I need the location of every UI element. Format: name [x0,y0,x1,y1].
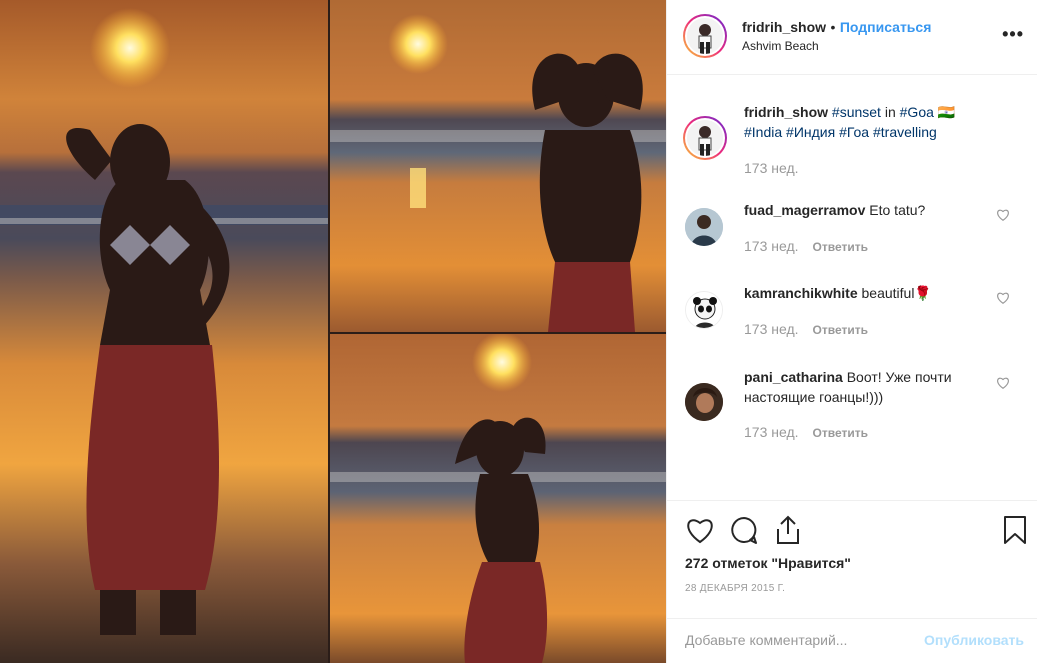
reply-button[interactable]: Ответить [813,323,868,337]
person-icon [685,208,723,246]
caption-time[interactable]: 173 нед. [744,160,799,176]
post-photo[interactable] [0,0,666,663]
comment-input[interactable] [685,629,905,651]
hashtag-link[interactable]: #Индия [786,124,835,140]
post-sidebar: fridrih_show • Подписаться Ashvim Beach … [666,0,1037,663]
comment-meta: 173 нед. Ответить [744,238,868,254]
comment-body: beautiful🌹 [861,285,932,301]
separator-dot: • [830,19,836,35]
reply-button[interactable]: Ответить [813,240,868,254]
caption-word: in [880,104,900,120]
caption-text: fridrih_show #sunset in #Goa 🇮🇳 #India #… [744,102,984,142]
caption-username[interactable]: fridrih_show [744,104,828,120]
hashtag-link[interactable]: #travelling [873,124,937,140]
comment-time[interactable]: 173 нед. [744,238,799,254]
post-actions: 272 отметок "Нравится" 28 ДЕКАБРЯ 2015 Г… [667,500,1037,618]
photo-tile-left [0,0,328,663]
reply-button[interactable]: Ответить [813,426,868,440]
commenter-avatar[interactable] [685,383,723,421]
header-title-row: fridrih_show • Подписаться [742,19,931,37]
hashtag-link[interactable]: #Гоа [839,124,869,140]
share-icon[interactable] [774,515,802,545]
comment-time[interactable]: 173 нед. [744,424,799,440]
author-username[interactable]: fridrih_show [742,19,826,35]
bookmark-icon[interactable] [1003,515,1027,545]
avatar-image [687,18,723,54]
follow-button[interactable]: Подписаться [840,19,932,35]
more-icon[interactable]: ••• [1002,24,1024,45]
avatar-image [687,120,723,156]
panda-icon [686,292,722,328]
commenter-username[interactable]: pani_catharina [744,369,843,385]
photo-tile-top-right [330,0,666,332]
commenter-username[interactable]: fuad_magerramov [744,202,865,218]
commenter-username[interactable]: kamranchikwhite [744,285,858,301]
comment-meta: 173 нед. Ответить [744,321,868,337]
location-link[interactable]: Ashvim Beach [742,39,819,53]
likes-count[interactable]: 272 отметок "Нравится" [685,555,851,571]
caption-avatar[interactable] [683,116,727,160]
comments-list[interactable]: fridrih_show #sunset in #Goa 🇮🇳 #India #… [667,76,1037,500]
hashtag-link[interactable]: #sunset [832,104,881,120]
heart-icon[interactable] [996,208,1010,222]
person-icon [687,18,723,54]
comment-meta: 173 нед. Ответить [744,424,868,440]
hashtag-link[interactable]: #India [744,124,782,140]
post-header: fridrih_show • Подписаться Ashvim Beach … [667,0,1037,75]
heart-icon[interactable] [685,516,715,544]
comment-text: kamranchikwhite beautiful🌹 [744,283,984,303]
heart-icon[interactable] [996,291,1010,305]
post-date[interactable]: 28 ДЕКАБРЯ 2015 Г. [685,583,785,594]
hashtag-link[interactable]: #Goa [900,104,934,120]
person-icon [687,120,723,156]
commenter-avatar[interactable] [685,291,723,329]
comment-text: fuad_magerramov Eto tatu? [744,200,984,220]
comment-body: Eto tatu? [869,202,926,218]
photo-tile-bottom-right [330,334,666,663]
comment-text: pani_catharina Воот! Уже почти настоящие… [744,367,984,407]
flag-emoji: 🇮🇳 [933,104,956,120]
publish-button[interactable]: Опубликовать [924,632,1024,648]
person-icon [685,383,723,421]
add-comment-bar: Опубликовать [667,618,1037,663]
comment-time[interactable]: 173 нед. [744,321,799,337]
comment-icon[interactable] [729,515,759,545]
commenter-avatar[interactable] [685,208,723,246]
author-avatar[interactable] [683,14,727,58]
heart-icon[interactable] [996,376,1010,390]
